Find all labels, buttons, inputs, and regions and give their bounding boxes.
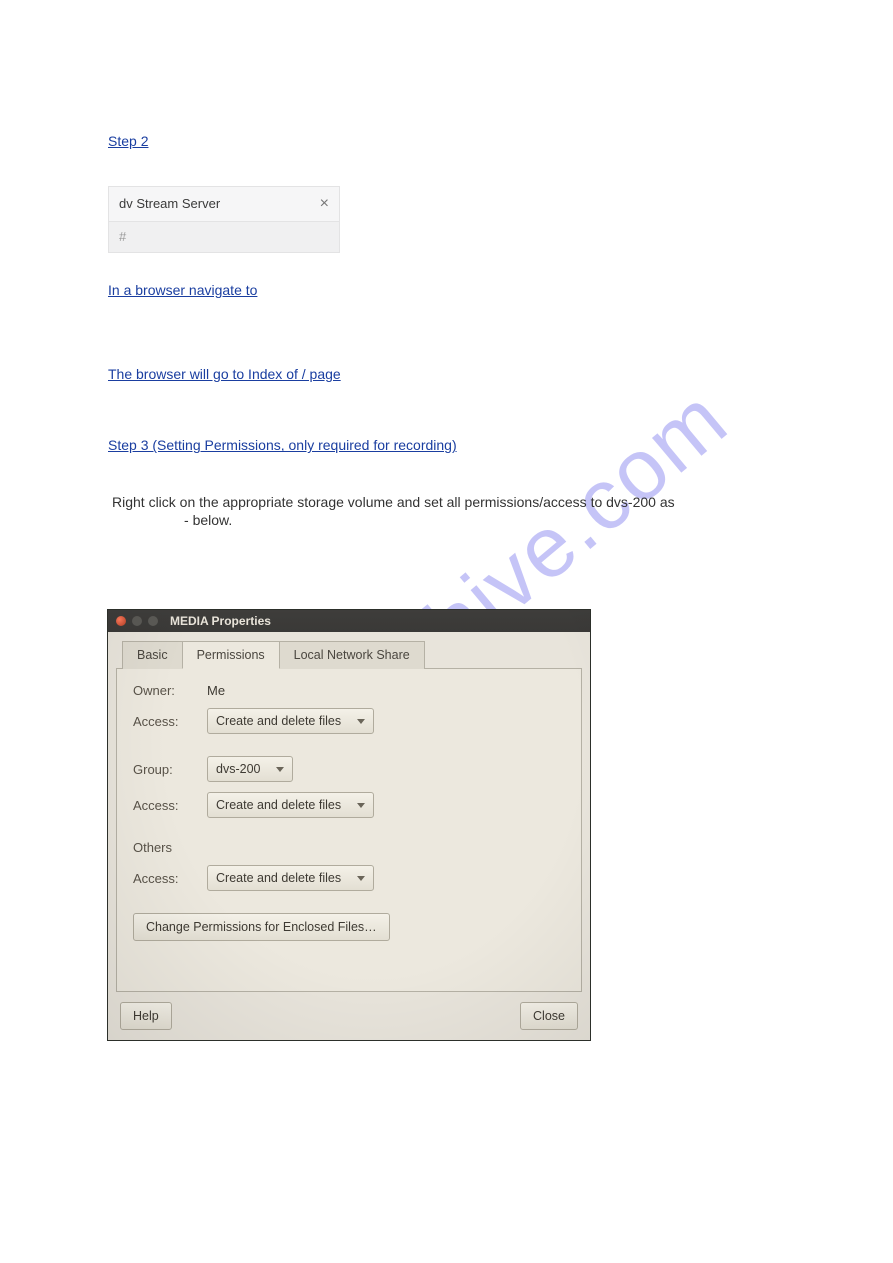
- access-label-3: Access:: [133, 871, 191, 886]
- window-min-icon[interactable]: [132, 616, 142, 626]
- step2-link[interactable]: Step 2: [108, 133, 148, 149]
- dialog-titlebar: MEDIA Properties: [108, 610, 590, 632]
- access-label-2: Access:: [133, 798, 191, 813]
- chevron-down-icon: [357, 803, 365, 808]
- close-button[interactable]: Close: [520, 1002, 578, 1030]
- step3-link[interactable]: Step 3 (Setting Permissions, only requir…: [108, 434, 798, 458]
- group-combo[interactable]: dvs-200: [207, 756, 293, 782]
- group-access-combo[interactable]: Create and delete files: [207, 792, 374, 818]
- window-max-icon[interactable]: [148, 616, 158, 626]
- tab-local-network-share[interactable]: Local Network Share: [279, 641, 425, 669]
- instruction-text: Right click on the appropriate storage v…: [108, 494, 798, 510]
- step2b-link[interactable]: In a browser navigate to: [108, 279, 798, 303]
- chevron-down-icon: [276, 767, 284, 772]
- browser-url-bar[interactable]: #: [108, 221, 340, 253]
- access-label: Access:: [133, 714, 191, 729]
- others-label: Others: [133, 840, 191, 855]
- url-placeholder: #: [119, 229, 126, 244]
- help-button[interactable]: Help: [120, 1002, 172, 1030]
- others-access-combo[interactable]: Create and delete files: [207, 865, 374, 891]
- browser-tab[interactable]: dv Stream Server ×: [108, 186, 340, 221]
- dialog-tabs: Basic Permissions Local Network Share: [122, 640, 425, 668]
- window-close-icon[interactable]: [116, 616, 126, 626]
- browser-tab-title: dv Stream Server: [119, 196, 220, 211]
- owner-access-combo[interactable]: Create and delete files: [207, 708, 374, 734]
- instruction-text-2: - below.: [108, 512, 798, 528]
- dialog-title: MEDIA Properties: [170, 614, 271, 628]
- properties-dialog-photo: MEDIA Properties Basic Permissions Local…: [108, 610, 590, 1040]
- browser-tab-illustration: dv Stream Server × #: [108, 186, 340, 253]
- change-enclosed-button[interactable]: Change Permissions for Enclosed Files…: [133, 913, 390, 941]
- chevron-down-icon: [357, 876, 365, 881]
- close-icon[interactable]: ×: [320, 196, 329, 212]
- owner-value: Me: [207, 683, 225, 698]
- tab-basic[interactable]: Basic: [122, 641, 183, 669]
- chevron-down-icon: [357, 719, 365, 724]
- dialog-panel: Owner: Me Access: Create and delete file…: [116, 668, 582, 992]
- tab-permissions[interactable]: Permissions: [182, 641, 280, 669]
- group-label: Group:: [133, 762, 191, 777]
- step2c-link[interactable]: The browser will go to Index of / page: [108, 363, 798, 387]
- owner-label: Owner:: [133, 683, 191, 698]
